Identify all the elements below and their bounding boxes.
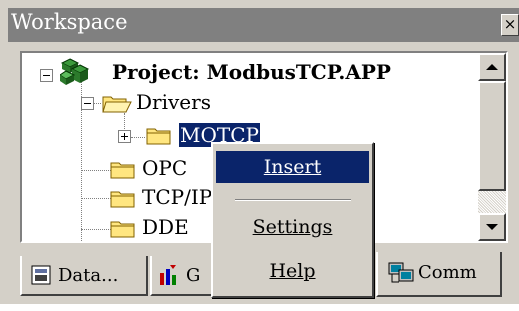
vertical-scrollbar[interactable]	[478, 53, 506, 241]
dde-label[interactable]: DDE	[142, 215, 189, 239]
menu-item-settings[interactable]: Settings	[216, 211, 369, 243]
tcpip-label[interactable]: TCP/IP	[142, 185, 212, 209]
window-title: Workspace	[11, 10, 128, 34]
menu-item-settings-label: Settings	[252, 216, 333, 238]
project-label[interactable]: Project: ModbusTCP.APP	[112, 60, 391, 84]
drivers-label[interactable]: Drivers	[136, 90, 211, 114]
tab-data-label: Data...	[58, 265, 119, 286]
close-icon: ×	[503, 15, 517, 33]
tree-connector-line	[81, 229, 111, 230]
tab-comm[interactable]: Comm	[376, 252, 502, 297]
tree-connector-line	[81, 170, 111, 171]
expand-toggle[interactable]	[118, 130, 131, 143]
collapse-toggle[interactable]	[40, 69, 53, 82]
tab-comm-label: Comm	[418, 262, 477, 283]
context-menu: Insert Settings Help	[211, 142, 374, 298]
folder-icon	[110, 221, 135, 238]
opc-label[interactable]: OPC	[142, 156, 187, 180]
open-folder-icon	[102, 96, 132, 113]
collapse-toggle[interactable]	[81, 97, 94, 110]
menu-separator	[235, 199, 351, 201]
menu-item-help[interactable]: Help	[216, 255, 369, 287]
tab-graphics-label: G	[186, 265, 201, 286]
database-icon	[31, 265, 51, 285]
arrow-down-icon	[486, 224, 498, 230]
folder-icon	[110, 191, 135, 208]
comm-icon	[388, 262, 414, 283]
scroll-down-button[interactable]	[478, 213, 506, 241]
workspace-titlebar[interactable]: Workspace ×	[8, 8, 519, 42]
scroll-thumb[interactable]	[478, 81, 506, 191]
tree-connector-line	[131, 137, 145, 138]
scroll-track[interactable]	[478, 191, 506, 213]
arrow-up-icon	[486, 64, 498, 70]
scroll-up-button[interactable]	[478, 53, 506, 81]
menu-item-insert-label: Insert	[263, 156, 322, 178]
tab-data[interactable]: Data...	[20, 256, 148, 296]
folder-icon	[146, 128, 171, 145]
menu-item-insert[interactable]: Insert	[216, 151, 369, 183]
graphics-icon	[160, 265, 176, 285]
tree-connector-line	[81, 198, 111, 199]
folder-icon	[110, 162, 135, 179]
menu-item-help-label: Help	[269, 260, 316, 282]
close-button[interactable]: ×	[501, 14, 519, 36]
project-icon	[60, 58, 90, 85]
